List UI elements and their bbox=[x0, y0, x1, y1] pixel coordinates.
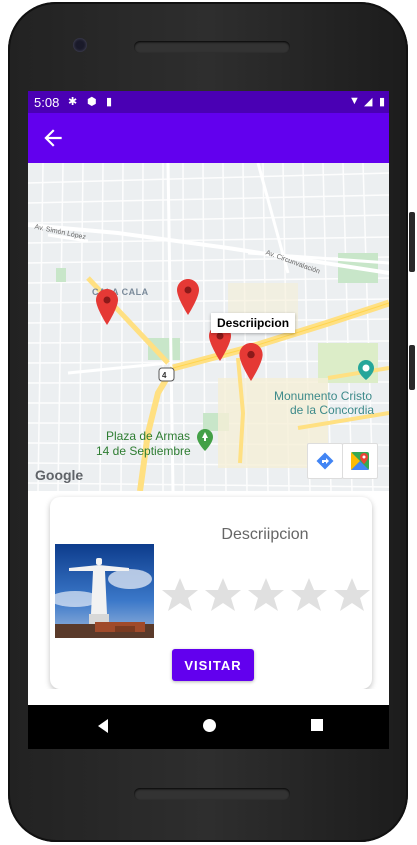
poi-park-icon[interactable] bbox=[197, 429, 213, 451]
front-camera bbox=[73, 38, 87, 52]
status-bar: 5:08 ✱ ⬢ ▮ ▼ ◢ ▮ bbox=[28, 91, 389, 113]
map-view[interactable]: Av. Simón López CALA CALA Av. Circunvala… bbox=[28, 163, 389, 491]
route-shield-label: 4 bbox=[162, 371, 167, 380]
navigation-bar bbox=[28, 705, 389, 749]
rating-bar[interactable] bbox=[162, 577, 372, 615]
open-in-maps-button[interactable] bbox=[342, 443, 378, 479]
nav-back-icon[interactable] bbox=[96, 718, 110, 734]
map-marker-selected[interactable] bbox=[239, 343, 263, 381]
signal-icon: ◢ bbox=[364, 96, 373, 108]
place-card: Descriipcion VISITAR bbox=[50, 497, 372, 689]
phone-frame: 5:08 ✱ ⬢ ▮ ▼ ◢ ▮ Av. Simón López CALA CA… bbox=[0, 0, 417, 845]
nav-recents-icon[interactable] bbox=[311, 719, 323, 731]
power-button bbox=[409, 345, 415, 390]
shield-icon: ⬢ bbox=[87, 96, 97, 108]
earpiece-speaker bbox=[134, 41, 290, 53]
cristo-statue-image bbox=[55, 544, 154, 638]
directions-icon bbox=[316, 452, 334, 470]
map-label-plaza-1: Plaza de Armas bbox=[106, 429, 191, 443]
marker-info-window[interactable]: Descriipcion bbox=[211, 313, 296, 333]
map-marker[interactable] bbox=[177, 279, 199, 315]
visit-button[interactable]: VISITAR bbox=[172, 649, 254, 681]
arrow-left-icon[interactable] bbox=[40, 125, 66, 151]
poi-camera-icon[interactable] bbox=[358, 360, 374, 380]
wifi-icon: ▼ bbox=[349, 95, 360, 107]
google-logo: Google bbox=[35, 467, 84, 483]
settings-icon: ✱ bbox=[68, 96, 78, 108]
map-label-monumento-1: Monumento Cristo bbox=[274, 389, 373, 403]
app-bar bbox=[28, 113, 389, 163]
nav-home-icon[interactable] bbox=[203, 719, 216, 732]
volume-button bbox=[409, 212, 415, 272]
bottom-speaker bbox=[134, 788, 290, 800]
battery-icon: ▮ bbox=[379, 96, 386, 108]
map-label-plaza-2: 14 de Septiembre bbox=[96, 444, 191, 458]
screen: 5:08 ✱ ⬢ ▮ ▼ ◢ ▮ Av. Simón López CALA CA… bbox=[28, 91, 389, 749]
map-marker[interactable] bbox=[96, 289, 118, 325]
sd-card-icon: ▮ bbox=[106, 96, 113, 108]
status-time: 5:08 bbox=[34, 95, 60, 110]
place-image bbox=[55, 544, 154, 638]
place-title: Descriipcion bbox=[221, 526, 309, 543]
directions-button[interactable] bbox=[307, 443, 343, 479]
content-bottom bbox=[28, 689, 389, 705]
info-window-title: Descriipcion bbox=[217, 316, 290, 330]
google-maps-icon bbox=[351, 452, 369, 470]
map-label-monumento-2: de la Concordia bbox=[290, 403, 375, 417]
